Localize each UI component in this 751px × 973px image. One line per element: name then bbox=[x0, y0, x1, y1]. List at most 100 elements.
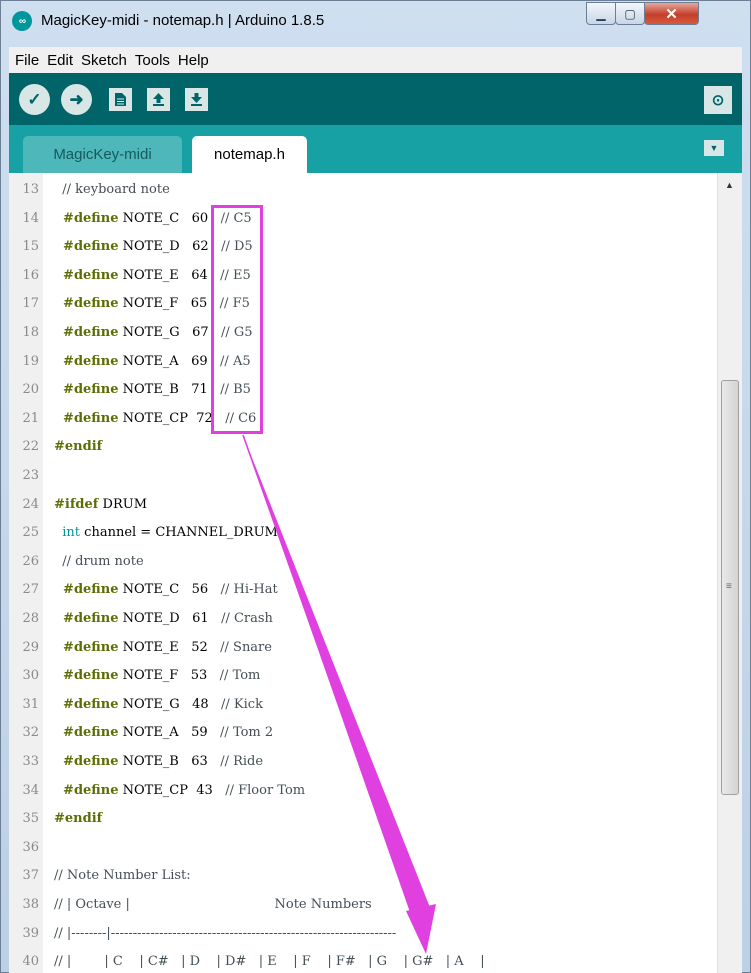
code-line: 35 #endif bbox=[9, 806, 717, 834]
code-token: int bbox=[54, 525, 81, 541]
code-line: 13 // keyboard note bbox=[9, 177, 717, 205]
grip-icon: ≡ bbox=[726, 581, 732, 592]
code-token: // Note Number List: bbox=[54, 868, 191, 884]
upload-button[interactable]: ➜ bbox=[61, 84, 92, 115]
code-token: NOTE_E 64 bbox=[118, 267, 221, 283]
code-line: 30 #define NOTE_F 53 // Tom bbox=[9, 663, 717, 691]
code-token: // Tom 2 bbox=[220, 725, 274, 741]
code-text: #define NOTE_CP 43 // Floor Tom bbox=[54, 783, 305, 798]
code-token: DRUM bbox=[98, 496, 148, 512]
code-line: 15 #define NOTE_D 62 // D5 bbox=[9, 234, 717, 262]
code-token: #define bbox=[54, 267, 119, 283]
line-number: 32 bbox=[22, 725, 39, 741]
code-token: // Kick bbox=[221, 696, 263, 712]
menu-tools[interactable]: Tools bbox=[131, 52, 174, 69]
code-token: // Crash bbox=[221, 611, 273, 626]
code-line: 23 bbox=[9, 463, 717, 491]
open-icon bbox=[153, 93, 164, 106]
code-token: NOTE_D 61 bbox=[118, 611, 222, 626]
menu-sketch[interactable]: Sketch bbox=[77, 52, 131, 69]
code-text: #define NOTE_E 52 // Snare bbox=[54, 640, 272, 655]
code-token: // Snare bbox=[220, 639, 272, 655]
line-number: 29 bbox=[22, 639, 39, 655]
code-text: // | Octave | Note Numbers bbox=[54, 897, 372, 912]
scroll-up-icon[interactable]: ▲ bbox=[725, 180, 734, 190]
verify-icon: ✓ bbox=[27, 89, 42, 109]
code-text: // drum note bbox=[54, 554, 143, 569]
save-icon bbox=[191, 93, 202, 106]
title-bar[interactable]: ∞ MagicKey-midi - notemap.h | Arduino 1.… bbox=[1, 1, 750, 43]
code-text: #define NOTE_B 63 // Ride bbox=[54, 754, 263, 769]
code-line: 38 // | Octave | Note Numbers bbox=[9, 892, 717, 920]
line-number: 37 bbox=[22, 868, 39, 884]
arduino-logo-icon: ∞ bbox=[12, 11, 32, 31]
code-line: 39 // |--------|-------------------------… bbox=[9, 921, 717, 949]
code-line: 24 #ifdef DRUM bbox=[9, 492, 717, 520]
line-number: 28 bbox=[22, 611, 39, 626]
save-button[interactable] bbox=[185, 88, 208, 111]
code-line: 31 #define NOTE_G 48 // Kick bbox=[9, 692, 717, 720]
code-line: 25 int channel = CHANNEL_DRUM; bbox=[9, 520, 717, 548]
line-number: 20 bbox=[22, 382, 39, 398]
code-text: #define NOTE_F 53 // Tom bbox=[54, 668, 260, 683]
code-line: 18 #define NOTE_G 67 // G5 bbox=[9, 320, 717, 348]
code-line: 36 bbox=[9, 835, 717, 863]
code-line: 26 // drum note bbox=[9, 549, 717, 577]
close-button[interactable]: ✕ bbox=[644, 2, 699, 25]
code-line: 28 #define NOTE_D 61 // Crash bbox=[9, 606, 717, 634]
code-token: NOTE_A 59 bbox=[118, 725, 221, 741]
line-number: 19 bbox=[22, 353, 39, 369]
line-number: 34 bbox=[22, 782, 39, 798]
code-token: #define bbox=[54, 725, 119, 741]
arduino-ide-window: ∞ MagicKey-midi - notemap.h | Arduino 1.… bbox=[0, 0, 751, 973]
code-token: // Tom bbox=[219, 668, 261, 684]
code-text: #endif bbox=[54, 811, 102, 826]
code-editor[interactable]: 13 // keyboard note 14 #define NOTE_C 60 … bbox=[9, 173, 742, 973]
line-number: 26 bbox=[22, 553, 39, 569]
code-token: NOTE_G 48 bbox=[118, 696, 222, 712]
code-line: 40 // | | C | C# | D | D# | E | F | F# | … bbox=[9, 949, 717, 973]
upload-icon: ➜ bbox=[69, 89, 84, 109]
maximize-icon: ▢ bbox=[624, 6, 636, 21]
line-number: 36 bbox=[22, 839, 39, 855]
minimize-button[interactable]: ▁ bbox=[586, 2, 616, 25]
code-token: #define bbox=[54, 696, 119, 712]
code-text: int channel = CHANNEL_DRUM; bbox=[54, 525, 282, 540]
code-line: 33 #define NOTE_B 63 // Ride bbox=[9, 749, 717, 777]
verify-button[interactable]: ✓ bbox=[19, 84, 50, 115]
line-number: 25 bbox=[22, 525, 39, 541]
tab-magickey-midi[interactable]: MagicKey-midi bbox=[23, 136, 182, 173]
line-number: 24 bbox=[22, 496, 39, 512]
menu-help[interactable]: Help bbox=[174, 52, 213, 69]
open-button[interactable] bbox=[147, 88, 170, 111]
code-token: #define bbox=[54, 239, 119, 255]
new-button[interactable] bbox=[109, 88, 132, 111]
vertical-scrollbar[interactable]: ▲ ≡ bbox=[717, 173, 742, 973]
serial-monitor-button[interactable]: ⊙ bbox=[704, 86, 732, 114]
tab-notemap-h[interactable]: notemap.h bbox=[192, 136, 307, 173]
code-token: // keyboard note bbox=[54, 182, 170, 197]
line-number: 39 bbox=[22, 925, 39, 941]
line-number: 33 bbox=[22, 754, 39, 769]
code-token: #endif bbox=[54, 439, 103, 455]
line-number: 35 bbox=[22, 811, 39, 827]
code-token: #define bbox=[54, 210, 119, 226]
code-token: NOTE_E 52 bbox=[118, 639, 221, 655]
tab-bar: MagicKey-midi notemap.h ▼ bbox=[9, 125, 742, 173]
code-token: #define bbox=[54, 353, 119, 369]
scrollbar-thumb[interactable]: ≡ bbox=[721, 380, 739, 795]
menu-file[interactable]: File bbox=[11, 52, 43, 69]
tab-menu-button[interactable]: ▼ bbox=[704, 140, 724, 156]
code-token: NOTE_F 65 bbox=[118, 296, 220, 312]
maximize-button[interactable]: ▢ bbox=[615, 2, 645, 25]
code-token: #ifdef bbox=[54, 496, 99, 512]
line-number: 38 bbox=[22, 897, 39, 912]
menu-edit[interactable]: Edit bbox=[43, 52, 77, 69]
code-text: // | | C | C# | D | D# | E | F | F# | G … bbox=[54, 954, 485, 969]
new-icon bbox=[115, 93, 126, 106]
code-token: NOTE_A 69 bbox=[118, 353, 221, 369]
line-number: 21 bbox=[22, 410, 39, 426]
code-text: #define NOTE_D 61 // Crash bbox=[54, 611, 273, 626]
code-token: #define bbox=[54, 782, 119, 798]
code-token: NOTE_B 63 bbox=[118, 754, 221, 769]
